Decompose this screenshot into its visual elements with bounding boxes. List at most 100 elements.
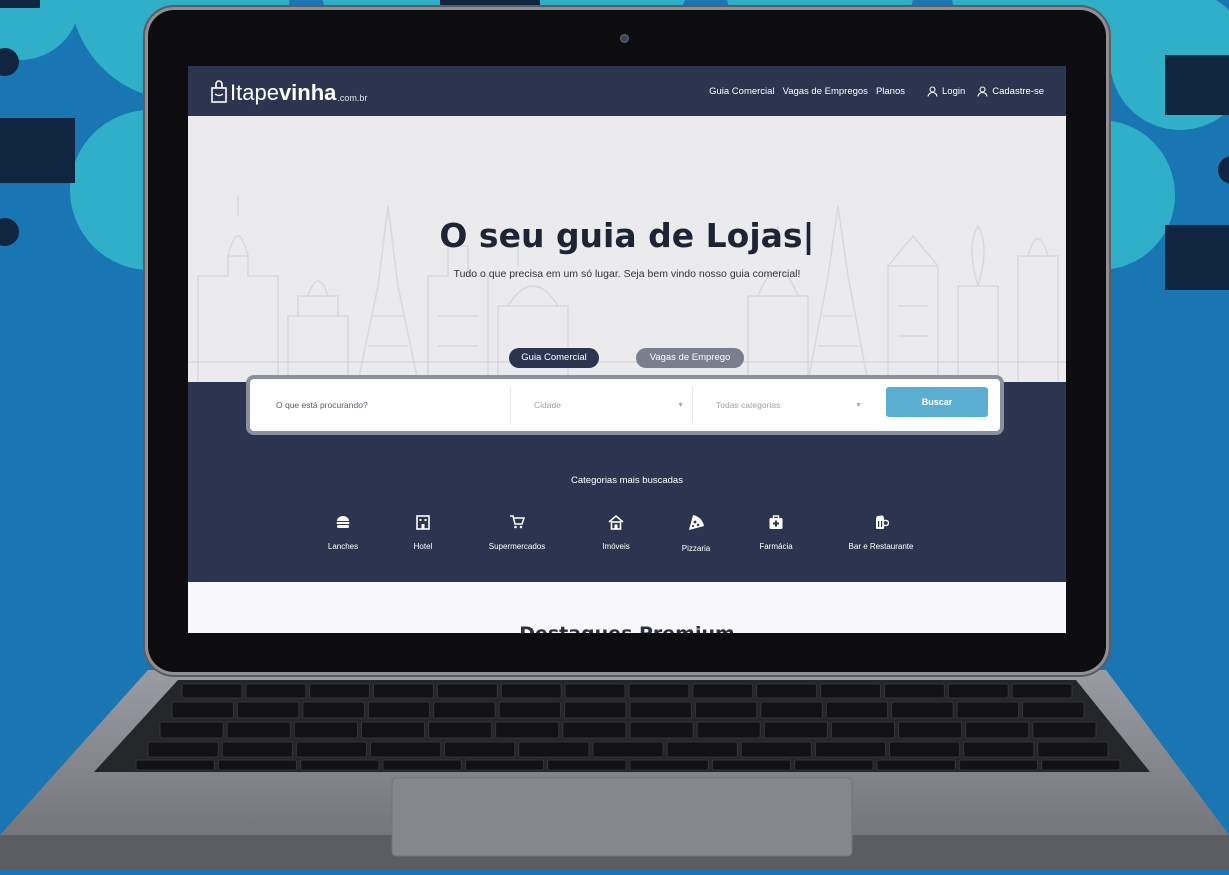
keyboard-key — [794, 759, 874, 771]
keyboard-key — [592, 741, 664, 758]
keyboard-key — [428, 721, 493, 739]
hero-section: O seu guia de Lojas| Tudo o que precisa … — [188, 116, 1066, 382]
search-button[interactable]: Buscar — [886, 387, 988, 417]
user-icon — [977, 85, 988, 97]
keyboard-key — [820, 683, 881, 699]
keyboard-key — [876, 759, 956, 771]
navbar: Itape vinha .com.br Guia Comercial Vagas d… — [188, 66, 1066, 116]
keyboard-key — [763, 721, 828, 739]
nav-vagas-empregos[interactable]: Vagas de Empregos — [783, 86, 868, 97]
keyboard-key — [217, 759, 298, 771]
bag-icon — [211, 80, 227, 103]
category-label: Bar e Restaurante — [848, 542, 914, 551]
signup-link[interactable]: Cadastre-se — [977, 86, 1044, 97]
keyboard-key — [695, 701, 758, 719]
keyboard-key — [947, 683, 1009, 699]
keyboard-key — [236, 701, 300, 719]
keyboard-key — [135, 759, 215, 771]
tab-vagas-emprego[interactable]: Vagas de Emprego — [636, 348, 744, 368]
keyboard-key — [1032, 721, 1097, 739]
category-lanches[interactable]: Lanches — [298, 514, 388, 553]
site-logo[interactable]: Itape vinha .com.br — [210, 76, 367, 106]
category-imoveis[interactable]: Imóveis — [571, 514, 661, 553]
keyboard-key — [547, 759, 627, 771]
category-label: Lanches — [327, 542, 359, 551]
cart-icon — [510, 515, 525, 529]
category-label: Imóveis — [602, 542, 630, 551]
category-pizzaria[interactable]: Pizzaria — [651, 514, 741, 555]
divider — [510, 387, 511, 423]
keyboard-key — [370, 741, 442, 758]
keyboard-key — [963, 741, 1035, 758]
hero-subtitle: Tudo o que precisa em um só lugar. Seja … — [453, 268, 801, 280]
category-farmacia[interactable]: Farmácia — [731, 514, 821, 553]
keyboard-key — [295, 741, 367, 758]
keyboard-key — [500, 683, 562, 699]
city-select[interactable]: Cidade ▼ — [534, 379, 684, 431]
keyboard-key — [464, 759, 544, 771]
medkit-icon — [769, 515, 783, 529]
category-supermercados[interactable]: Supermercados — [472, 514, 562, 553]
category-label: Farmácia — [759, 542, 793, 551]
keyboard-key — [629, 701, 692, 719]
keyboard-key — [891, 701, 954, 719]
keyboard-key — [825, 701, 889, 719]
hotel-icon — [416, 515, 430, 530]
keyboard-key — [760, 701, 823, 719]
keyboard-key — [367, 701, 431, 719]
keyboard-key — [293, 721, 358, 739]
login-link[interactable]: Login — [927, 86, 965, 97]
keyboard-key — [629, 759, 709, 771]
keyboard-key — [498, 701, 561, 719]
keyboard-key — [433, 701, 496, 719]
house-icon — [608, 514, 624, 530]
nav-guia-comercial[interactable]: Guia Comercial — [709, 86, 774, 97]
category-select[interactable]: Todas categorias ▼ — [716, 379, 862, 431]
keyboard-key — [696, 721, 761, 739]
keyboard-key — [889, 741, 961, 758]
beer-icon — [876, 515, 889, 529]
keyboard-key — [629, 721, 694, 739]
keyboard-key — [300, 759, 380, 771]
keyboard-key — [711, 759, 791, 771]
keyboard-key — [147, 741, 219, 758]
search-query-placeholder: O que está procurando? — [276, 400, 368, 410]
logo-text-itape: Itape — [230, 80, 279, 105]
premium-heading: Destaques Premium — [188, 623, 1066, 633]
chevron-down-icon: ▼ — [677, 401, 684, 409]
keyboard-key — [1022, 701, 1085, 719]
keyboard-key — [373, 683, 434, 699]
keyboard-key — [756, 683, 818, 699]
keyboard-key — [518, 741, 590, 758]
keyboard-key — [159, 721, 224, 739]
keyboard-key — [884, 683, 945, 699]
keyboard-key — [666, 741, 738, 758]
keyboard-key — [245, 683, 307, 699]
category-bar-restaurante[interactable]: Bar e Restaurante — [831, 514, 931, 553]
keyboard-key — [309, 683, 371, 699]
divider — [692, 387, 693, 423]
nav-links: Guia Comercial Vagas de Empregos Planos … — [709, 66, 1044, 116]
category-label: Pizzaria — [681, 544, 711, 553]
keyboard-key — [628, 683, 690, 699]
category-label: Supermercados — [488, 542, 546, 551]
keyboard-key — [898, 721, 963, 739]
keyboard-key — [436, 683, 498, 699]
nav-planos[interactable]: Planos — [876, 86, 905, 97]
keyboard-key — [958, 759, 1038, 771]
pizza-icon — [689, 515, 704, 530]
keyboard-key — [221, 741, 293, 758]
category-hotel[interactable]: Hotel — [378, 514, 468, 553]
keyboard-key — [1037, 741, 1109, 758]
keyboard-key — [444, 741, 516, 758]
keyboard-key — [382, 759, 462, 771]
keyboard-key — [564, 683, 626, 699]
keyboard-key — [740, 741, 812, 758]
category-select-placeholder: Todas categorias — [716, 400, 781, 410]
city-select-placeholder: Cidade — [534, 400, 561, 410]
categories-title: Categorias mais buscadas — [571, 475, 683, 486]
keyboard-key — [956, 701, 1019, 719]
keyboard-key — [360, 721, 425, 739]
tab-guia-comercial[interactable]: Guia Comercial — [509, 348, 599, 368]
search-query-input[interactable]: O que está procurando? — [276, 379, 506, 431]
